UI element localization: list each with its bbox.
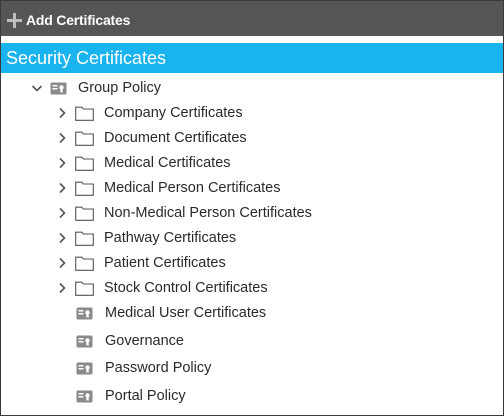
tree-item-label: Medical User Certificates [105, 305, 267, 321]
tree-folder[interactable]: Medical Person Certificates [56, 176, 281, 200]
tree-folder[interactable]: Medical Certificates [56, 151, 231, 175]
chevron-right-icon[interactable] [56, 276, 68, 300]
folder-icon [75, 156, 94, 171]
tree-item-label: Password Policy [105, 360, 212, 376]
chevron-right-icon[interactable] [56, 126, 68, 150]
tree-item[interactable]: Portal Policy [76, 384, 186, 408]
folder-icon [75, 131, 94, 146]
chevron-down-icon[interactable] [31, 76, 43, 100]
tree-root-group-policy[interactable]: Group Policy [31, 76, 161, 100]
folder-label: Pathway Certificates [104, 230, 237, 246]
certificate-card-icon [76, 390, 93, 403]
folder-icon [75, 181, 94, 196]
folder-icon [75, 256, 94, 271]
tree-folder[interactable]: Non-Medical Person Certificates [56, 201, 312, 225]
certificate-card-icon [76, 307, 93, 320]
chevron-right-icon[interactable] [56, 226, 68, 250]
chevron-right-icon[interactable] [56, 201, 68, 225]
folder-label: Medical Certificates [104, 155, 231, 171]
tree-item[interactable]: Password Policy [76, 356, 211, 380]
chevron-right-icon[interactable] [56, 101, 68, 125]
certificate-card-icon [50, 82, 67, 95]
certificates-panel: Add Certificates Security Certificates G… [0, 0, 504, 416]
add-certificates-button[interactable]: Add Certificates [6, 10, 130, 30]
tree-folder[interactable]: Patient Certificates [56, 251, 226, 275]
plus-icon [6, 12, 22, 28]
tree-item[interactable]: Governance [76, 329, 184, 353]
tree-item-label: Portal Policy [105, 388, 186, 404]
folder-icon [75, 281, 94, 296]
tree-folder[interactable]: Document Certificates [56, 126, 247, 150]
tree-folder[interactable]: Pathway Certificates [56, 226, 236, 250]
chevron-right-icon[interactable] [56, 151, 68, 175]
panel-title: Security Certificates [1, 43, 503, 73]
folder-icon [75, 231, 94, 246]
certificate-card-icon [76, 362, 93, 375]
tree-folder[interactable]: Stock Control Certificates [56, 276, 268, 300]
folder-label: Medical Person Certificates [104, 180, 281, 196]
add-certificates-label: Add Certificates [26, 12, 131, 28]
folder-label: Company Certificates [104, 105, 243, 121]
tree-folder[interactable]: Company Certificates [56, 101, 243, 125]
toolbar: Add Certificates [1, 1, 503, 36]
folder-icon [75, 206, 94, 221]
folder-label: Patient Certificates [104, 255, 226, 271]
certificate-card-icon [76, 335, 93, 348]
tree-item[interactable]: Medical User Certificates [76, 301, 266, 325]
folder-label: Stock Control Certificates [104, 280, 268, 296]
folder-icon [75, 106, 94, 121]
tree-item-label: Governance [105, 333, 184, 349]
folder-label: Document Certificates [104, 130, 247, 146]
chevron-right-icon[interactable] [56, 251, 68, 275]
folder-label: Non-Medical Person Certificates [104, 205, 312, 221]
chevron-right-icon[interactable] [56, 176, 68, 200]
tree-root-label: Group Policy [78, 80, 162, 96]
